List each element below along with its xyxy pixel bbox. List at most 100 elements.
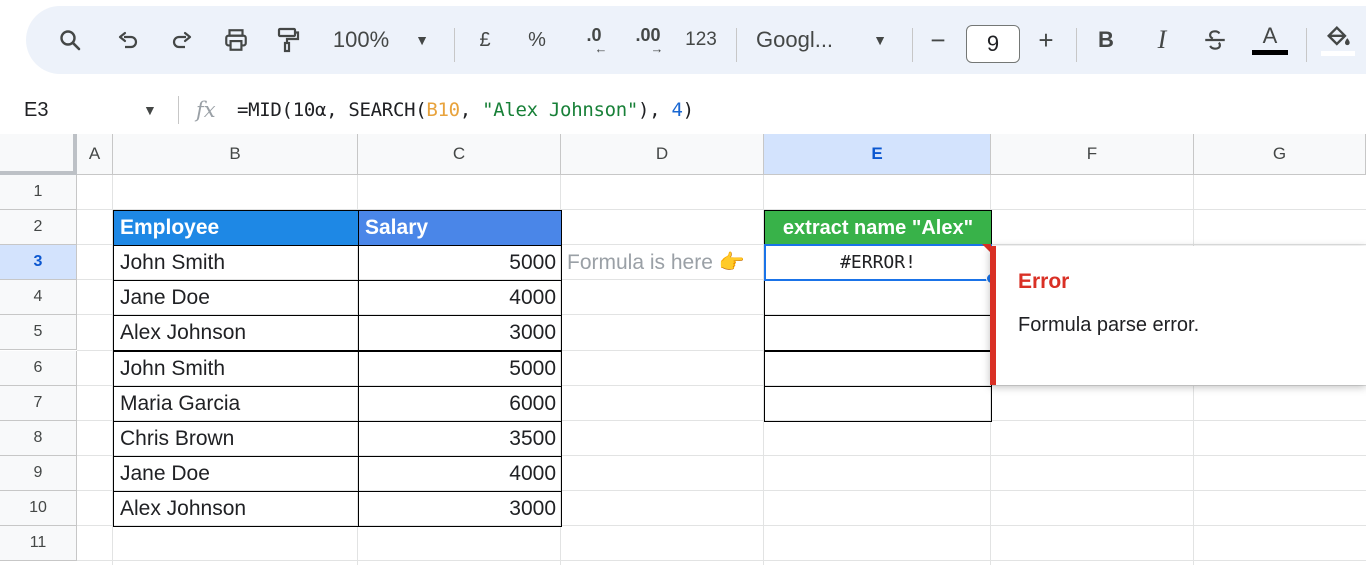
paint-format-icon[interactable] — [268, 6, 308, 74]
search-menus-icon[interactable] — [50, 6, 90, 74]
toolbar-divider — [1076, 28, 1077, 62]
toolbar-divider — [736, 28, 737, 62]
salary-cell[interactable]: 3000 — [358, 490, 562, 527]
formula-number-literal: 4 — [671, 99, 683, 121]
salary-cell[interactable]: 4000 — [358, 455, 562, 492]
zoom-value: 100% — [332, 27, 390, 52]
strikethrough-icon[interactable] — [1200, 6, 1230, 74]
print-icon[interactable] — [216, 6, 256, 74]
column-header-b[interactable]: B — [113, 134, 358, 175]
toolbar: 100% ▼ £ % .0 ← .00 → 123 Googl... ▼ − 9… — [26, 6, 1366, 74]
formula-input[interactable]: =MID(10α, SEARCH(B10, "Alex Johnson"), 4… — [237, 86, 694, 134]
formula-bar-divider — [178, 96, 179, 124]
paint-bucket-icon — [1327, 26, 1350, 46]
salary-cell[interactable]: 5000 — [358, 245, 562, 282]
decrease-decimal-button[interactable]: .0 ← — [574, 6, 614, 74]
increase-font-size-button[interactable]: + — [1032, 6, 1060, 74]
salary-cell[interactable]: 4000 — [358, 280, 562, 317]
format-percent-button[interactable]: % — [522, 6, 552, 74]
arrow-right-icon: → — [650, 41, 664, 56]
name-box-dropdown-icon[interactable]: ▼ — [143, 86, 157, 134]
number-format-label: 123 — [685, 29, 717, 50]
row-header-9[interactable]: 9 — [0, 455, 77, 491]
extract-result-cell[interactable] — [764, 315, 992, 352]
row-header-6[interactable]: 6 — [0, 350, 77, 386]
zoom-dropdown-icon[interactable]: ▼ — [410, 6, 434, 74]
text-color-button[interactable]: A — [1252, 6, 1288, 74]
row-header-7[interactable]: 7 — [0, 385, 77, 421]
redo-icon[interactable] — [162, 6, 202, 74]
row-header-10[interactable]: 10 — [0, 490, 77, 526]
name-box[interactable]: E3 — [24, 86, 48, 134]
employee-name-cell[interactable]: Alex Johnson — [113, 315, 359, 352]
active-cell-e3[interactable]: #ERROR! — [764, 244, 992, 282]
row-header-5[interactable]: 5 — [0, 315, 77, 351]
employee-name-cell[interactable]: John Smith — [113, 350, 359, 387]
row-header-11[interactable]: 11 — [0, 526, 77, 562]
text-color-label: A — [1262, 23, 1278, 48]
italic-label: I — [1157, 25, 1167, 54]
formula-separator: , — [459, 99, 483, 121]
extract-result-cell[interactable] — [764, 385, 992, 422]
row-header-1[interactable]: 1 — [0, 175, 77, 211]
salary-cell[interactable]: 3500 — [358, 420, 562, 457]
row-header-8[interactable]: 8 — [0, 420, 77, 456]
column-header-a[interactable]: A — [77, 134, 113, 175]
salary-cell[interactable]: 5000 — [358, 350, 562, 387]
formula-suffix: ) — [682, 99, 694, 121]
increase-decimal-button[interactable]: .00 → — [626, 6, 670, 74]
decrease-font-size-button[interactable]: − — [924, 6, 952, 74]
minus-label: − — [930, 24, 946, 55]
font-size-value: 9 — [986, 31, 1000, 56]
font-dropdown-icon[interactable]: ▼ — [868, 6, 892, 74]
employee-name-cell[interactable]: Jane Doe — [113, 280, 359, 317]
row-header-3[interactable]: 3 — [0, 245, 77, 281]
toolbar-divider — [912, 28, 913, 62]
row-header-4[interactable]: 4 — [0, 280, 77, 316]
error-popup-message: Formula parse error. — [1018, 314, 1200, 336]
employee-name-cell[interactable]: Maria Garcia — [113, 385, 359, 422]
font-select[interactable]: Googl... — [756, 6, 850, 74]
column-header-g[interactable]: G — [1194, 134, 1366, 175]
employee-name-cell[interactable]: Chris Brown — [113, 420, 359, 457]
fill-color-swatch — [1321, 51, 1355, 56]
font-size-input[interactable]: 9 — [966, 25, 1020, 63]
plus-label: + — [1038, 24, 1054, 55]
fill-color-button[interactable] — [1320, 6, 1356, 74]
column-header-d[interactable]: D — [561, 134, 764, 175]
salary-cell[interactable]: 3000 — [358, 315, 562, 352]
extract-result-cell[interactable] — [764, 350, 992, 387]
salary-header-cell[interactable]: Salary — [358, 210, 562, 247]
extract-result-cell[interactable] — [764, 280, 992, 317]
column-header-e[interactable]: E — [764, 134, 991, 175]
employee-name-cell[interactable]: Jane Doe — [113, 455, 359, 492]
row-header-2[interactable]: 2 — [0, 210, 77, 246]
fx-icon: fx — [196, 98, 216, 122]
formula-note-cell[interactable]: Formula is here 👉 — [561, 245, 764, 280]
formula-bar: E3 ▼ fx =MID(10α, SEARCH(B10, "Alex John… — [0, 86, 1366, 135]
select-all-corner[interactable] — [0, 134, 77, 175]
employee-header-cell[interactable]: Employee — [113, 210, 359, 247]
extract-header-cell[interactable]: extract name "Alex" — [764, 210, 992, 247]
currency-label: £ — [479, 28, 491, 51]
formula-string-literal: "Alex Johnson" — [482, 99, 639, 121]
more-formats-button[interactable]: 123 — [680, 6, 722, 74]
formula-prefix: =MID(10α, SEARCH( — [237, 99, 427, 121]
arrow-left-icon: ← — [594, 41, 608, 56]
column-header-c[interactable]: C — [358, 134, 561, 175]
bold-label: B — [1098, 27, 1114, 52]
italic-button[interactable]: I — [1148, 6, 1176, 74]
format-currency-button[interactable]: £ — [470, 6, 500, 74]
salary-cell[interactable]: 6000 — [358, 385, 562, 422]
percent-label: % — [528, 28, 546, 51]
gridline — [77, 560, 1366, 562]
undo-icon[interactable] — [108, 6, 148, 74]
employee-name-cell[interactable]: Alex Johnson — [113, 490, 359, 527]
bold-button[interactable]: B — [1092, 6, 1120, 74]
zoom-select[interactable]: 100% — [326, 6, 396, 74]
column-header-f[interactable]: F — [991, 134, 1194, 175]
error-popup-title: Error — [1018, 270, 1070, 293]
error-popup: Error Formula parse error. — [990, 246, 1366, 385]
employee-name-cell[interactable]: John Smith — [113, 245, 359, 282]
formula-cell-reference: B10 — [426, 99, 460, 121]
